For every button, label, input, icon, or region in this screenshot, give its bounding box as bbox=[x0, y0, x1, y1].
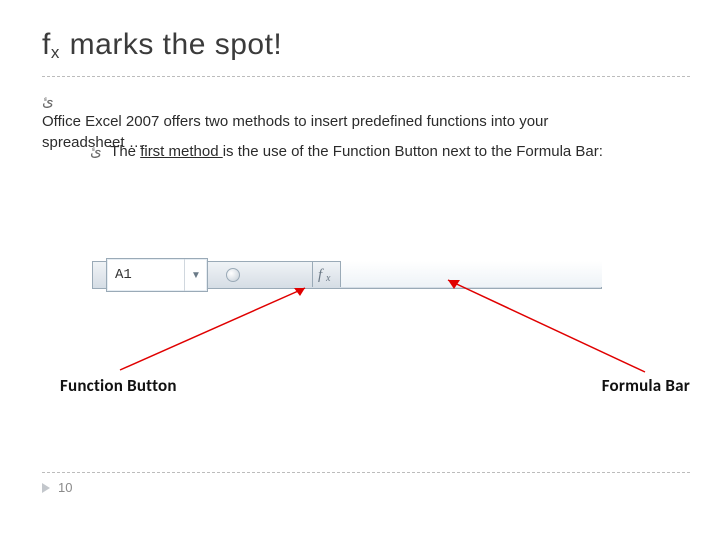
bullet-glyph-icon: ئ bbox=[42, 92, 58, 112]
label-function-button: Function Button bbox=[60, 375, 177, 396]
arrow-formula-bar bbox=[430, 272, 660, 382]
bullet-level-2-text: The first method is the use of the Funct… bbox=[110, 142, 603, 162]
footer: 10 bbox=[42, 480, 72, 495]
footer-marker-icon bbox=[42, 483, 50, 493]
title-f: f bbox=[42, 28, 51, 61]
label-formula-bar: Formula Bar bbox=[602, 375, 690, 396]
bullet-level-2: ئ The first method is the use of the Fun… bbox=[90, 142, 640, 162]
page-number: 10 bbox=[58, 480, 72, 495]
slide: fx marks the spot! ئ Office Excel 2007 o… bbox=[0, 0, 720, 540]
bullet-level-2-post: is the use of the Function Button next t… bbox=[223, 143, 603, 160]
title-divider bbox=[42, 76, 690, 77]
bullet-level-2-pre: The bbox=[110, 143, 140, 160]
title-x-subscript: x bbox=[51, 43, 60, 62]
title-text: marks the spot! bbox=[61, 28, 282, 61]
arrow-function-button bbox=[110, 280, 320, 380]
svg-text:x: x bbox=[325, 273, 331, 284]
bullet-glyph-icon: ئ bbox=[90, 142, 106, 162]
slide-title: fx marks the spot! bbox=[42, 28, 282, 62]
footer-divider bbox=[42, 472, 690, 473]
bullet-level-2-underlined: first method bbox=[140, 143, 223, 160]
